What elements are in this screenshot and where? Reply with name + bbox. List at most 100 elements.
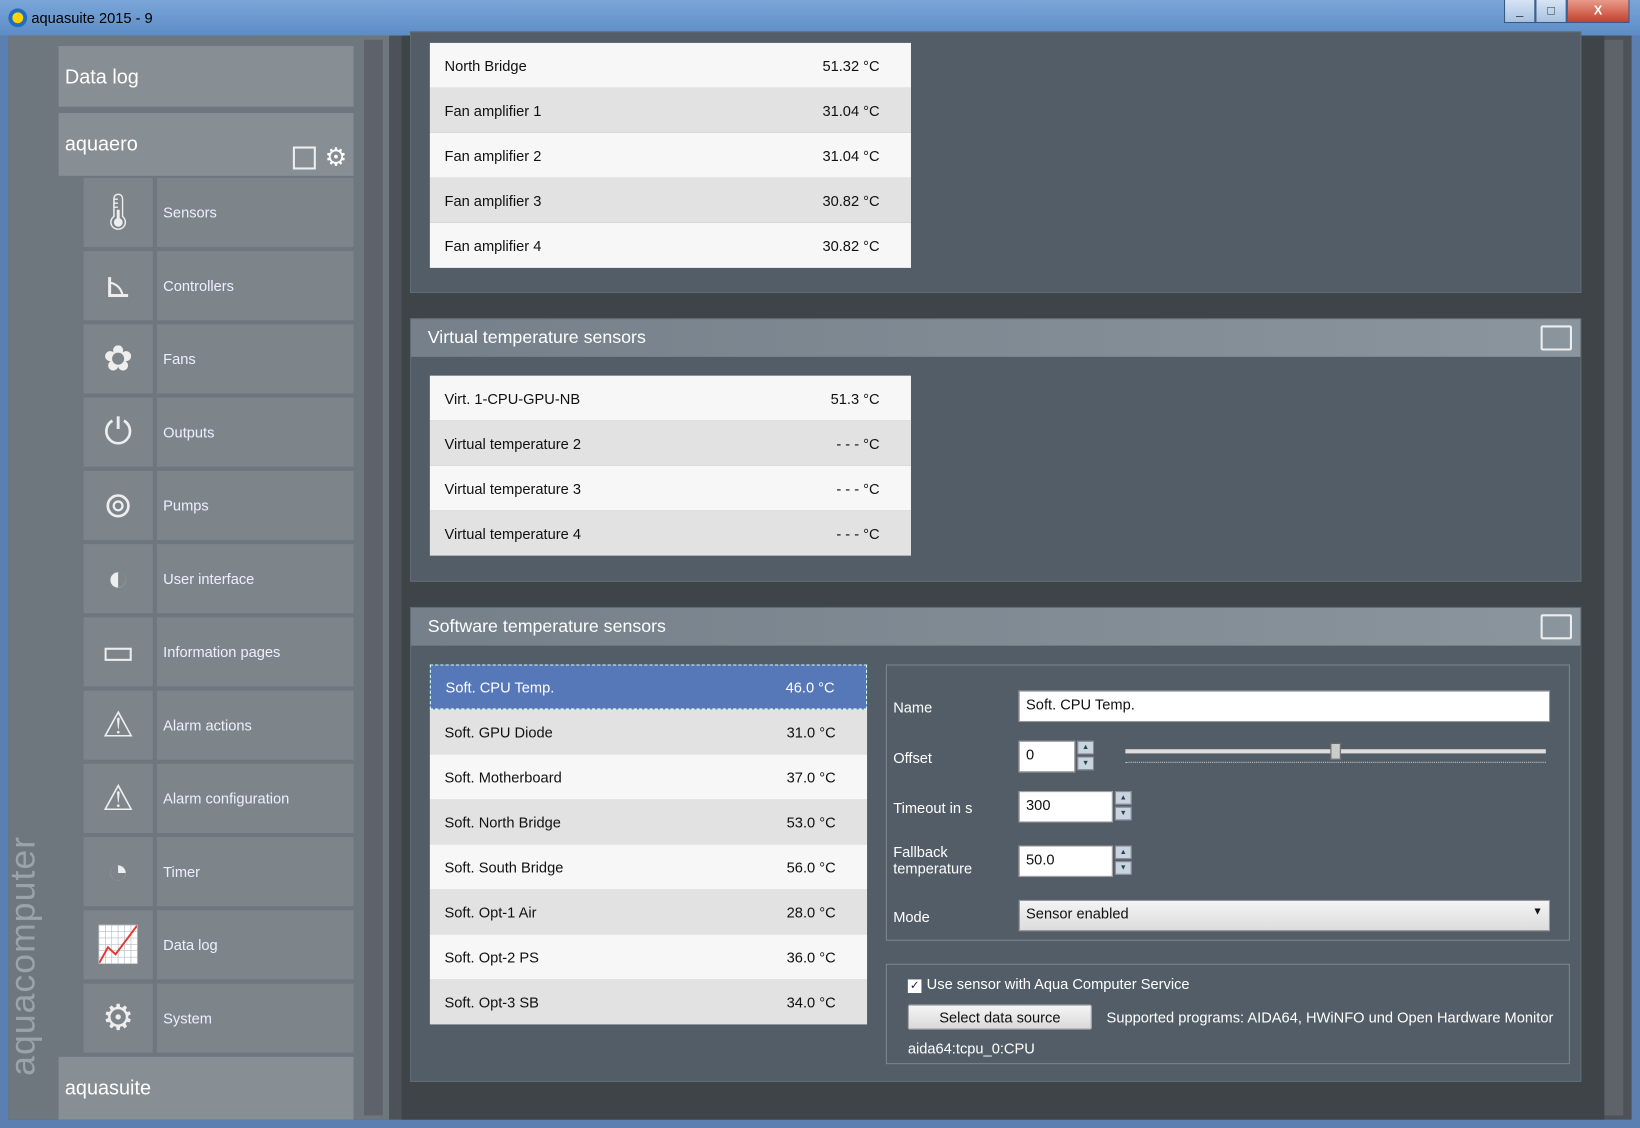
- sensor-value: - - - °C: [836, 524, 880, 542]
- sensor-name: North Bridge: [444, 57, 527, 74]
- fallback-stepper[interactable]: ▲ ▼: [1114, 845, 1132, 875]
- pages-icon: ▭: [83, 617, 153, 687]
- alarm-config-icon: ⚠: [83, 763, 153, 833]
- sidebar-item-sensors[interactable]: 🌡 Sensors: [83, 177, 354, 247]
- offset-slider[interactable]: [1125, 742, 1546, 760]
- sidebar-item-label: Alarm configuration: [156, 763, 354, 833]
- table-row[interactable]: Soft. Motherboard 37.0 °C: [429, 754, 868, 800]
- maximize-button[interactable]: □: [1535, 0, 1567, 24]
- close-button[interactable]: X: [1566, 0, 1630, 24]
- table-row[interactable]: Soft. CPU Temp. 46.0 °C: [429, 664, 868, 710]
- timeout-stepper[interactable]: ▲ ▼: [1114, 791, 1132, 821]
- table-row[interactable]: Fan amplifier 2 31.04 °C: [429, 132, 911, 178]
- chart-icon: 📈: [83, 910, 153, 980]
- software-sensors-panel: Software temperature sensors Soft. CPU T…: [409, 606, 1582, 1082]
- table-row[interactable]: Fan amplifier 3 30.82 °C: [429, 177, 911, 223]
- save-icon[interactable]: [292, 146, 316, 170]
- sensor-name: Virt. 1-CPU-GPU-NB: [444, 389, 581, 407]
- mode-select[interactable]: Sensor enabled ▼: [1018, 899, 1551, 932]
- sensor-name: Soft. Motherboard: [444, 768, 562, 786]
- data-source-value: aida64:tcpu_0:CPU: [907, 1040, 1035, 1057]
- fallback-input[interactable]: 50.0: [1018, 845, 1113, 877]
- sidebar-item-outputs[interactable]: ⏻ Outputs: [83, 397, 354, 467]
- sidebar-item-user-interface[interactable]: ◐ User interface: [83, 544, 354, 614]
- table-row[interactable]: North Bridge 51.32 °C: [429, 42, 911, 88]
- sidebar-item-label: Information pages: [156, 617, 354, 687]
- sensor-value: 37.0 °C: [786, 768, 836, 786]
- sidebar-item-label: Pumps: [156, 470, 354, 540]
- sidebar-item-pumps[interactable]: ⊚ Pumps: [83, 470, 354, 540]
- main-scrollbar[interactable]: [1604, 39, 1624, 1116]
- brand-logo: aquacomputer: [3, 835, 44, 1076]
- sidebar-scrollbar[interactable]: [363, 39, 383, 1116]
- table-row[interactable]: Virt. 1-CPU-GPU-NB 51.3 °C: [429, 375, 911, 421]
- nav-data-log[interactable]: Data log: [58, 46, 354, 107]
- brightness-icon: ◐: [83, 544, 153, 614]
- table-row[interactable]: Soft. Opt-1 Air 28.0 °C: [429, 889, 868, 935]
- name-input[interactable]: Soft. CPU Temp.: [1018, 690, 1551, 723]
- window-icon[interactable]: [1540, 614, 1572, 640]
- gear-icon: ⚙: [83, 983, 153, 1053]
- slider-thumb[interactable]: [1330, 742, 1341, 760]
- sidebar-item-label: Fans: [156, 324, 354, 394]
- title-bar: aquasuite 2015 - 9 _ □ X: [0, 0, 1640, 36]
- table-row[interactable]: Soft. GPU Diode 31.0 °C: [429, 709, 868, 755]
- offset-stepper[interactable]: ▲ ▼: [1077, 740, 1095, 771]
- table-row[interactable]: Soft. South Bridge 56.0 °C: [429, 844, 868, 890]
- controller-icon: ⊾: [83, 251, 153, 321]
- sidebar-item-system[interactable]: ⚙ System: [83, 983, 354, 1053]
- sidebar-item-label: Outputs: [156, 397, 354, 467]
- chevron-down-icon: ▼: [1532, 906, 1543, 918]
- checkbox-icon: ✓: [907, 979, 922, 994]
- table-row[interactable]: Soft. Opt-3 SB 34.0 °C: [429, 979, 868, 1025]
- mode-value: Sensor enabled: [1026, 905, 1129, 922]
- sidebar-item-label: System: [156, 983, 354, 1053]
- sensor-settings: Name Soft. CPU Temp. Offset 0 ▲ ▼ Timeout…: [885, 664, 1570, 941]
- sensor-name: Soft. South Bridge: [444, 858, 564, 876]
- plug-icon: ⏻: [83, 397, 153, 467]
- sensor-value: 31.0 °C: [786, 723, 836, 741]
- supported-programs-text: Supported programs: AIDA64, HWiNFO und O…: [1106, 1008, 1554, 1026]
- sidebar-item-fans[interactable]: ✿ Fans: [83, 324, 354, 394]
- sensor-value: 51.3 °C: [830, 389, 880, 407]
- sidebar-item-data-log[interactable]: 📈 Data log: [83, 910, 354, 980]
- sensor-name: Fan amplifier 4: [444, 237, 542, 254]
- thermometer-icon: 🌡: [83, 177, 153, 247]
- sidebar-item-information-pages[interactable]: ▭ Information pages: [83, 617, 354, 687]
- sensor-value: 53.0 °C: [786, 813, 836, 831]
- table-row[interactable]: Soft. Opt-2 PS 36.0 °C: [429, 934, 868, 980]
- table-row[interactable]: Fan amplifier 1 31.04 °C: [429, 87, 911, 133]
- select-data-source-button[interactable]: Select data source: [907, 1004, 1092, 1030]
- nav-aquasuite[interactable]: aquasuite: [58, 1056, 354, 1120]
- name-label: Name: [893, 698, 933, 716]
- table-row[interactable]: Virtual temperature 2 - - - °C: [429, 420, 911, 466]
- table-row[interactable]: Soft. North Bridge 53.0 °C: [429, 799, 868, 845]
- temperature-sensors-panel: North Bridge 51.32 °C Fan amplifier 1 31.04…: [409, 31, 1582, 293]
- window-icon[interactable]: [1540, 325, 1572, 351]
- gear-icon[interactable]: ⚙: [325, 142, 348, 172]
- minimize-button[interactable]: _: [1504, 0, 1536, 24]
- sensor-name: Fan amplifier 2: [444, 147, 542, 164]
- fan-icon: ✿: [83, 324, 153, 394]
- table-row[interactable]: Virtual temperature 4 - - - °C: [429, 510, 911, 556]
- sensor-value: 46.0 °C: [785, 678, 835, 696]
- service-checkbox[interactable]: ✓ Use sensor with Aqua Computer Service: [907, 975, 1190, 994]
- sensor-value: 31.04 °C: [822, 102, 880, 119]
- table-row[interactable]: Fan amplifier 4 30.82 °C: [429, 222, 911, 268]
- sidebar-item-label: Timer: [156, 837, 354, 907]
- sidebar-item-alarm-actions[interactable]: ⚠ Alarm actions: [83, 690, 354, 760]
- sidebar-item-label: Sensors: [156, 177, 354, 247]
- panel-title: Software temperature sensors: [427, 616, 666, 637]
- sidebar-item-controllers[interactable]: ⊾ Controllers: [83, 251, 354, 321]
- mode-label: Mode: [893, 908, 930, 926]
- sensor-name: Soft. Opt-1 Air: [444, 903, 537, 921]
- sensor-name: Soft. Opt-2 PS: [444, 948, 539, 966]
- sensor-name: Soft. Opt-3 SB: [444, 993, 539, 1011]
- sensor-value: 28.0 °C: [786, 903, 836, 921]
- sidebar-item-alarm-configuration[interactable]: ⚠ Alarm configuration: [83, 763, 354, 833]
- table-row[interactable]: Virtual temperature 3 - - - °C: [429, 465, 911, 511]
- sidebar-item-timer[interactable]: ◔ Timer: [83, 837, 354, 907]
- offset-input[interactable]: 0: [1018, 740, 1076, 773]
- nav-device-aquaero[interactable]: aquaero ⚙: [58, 113, 354, 176]
- timeout-input[interactable]: 300: [1018, 791, 1113, 823]
